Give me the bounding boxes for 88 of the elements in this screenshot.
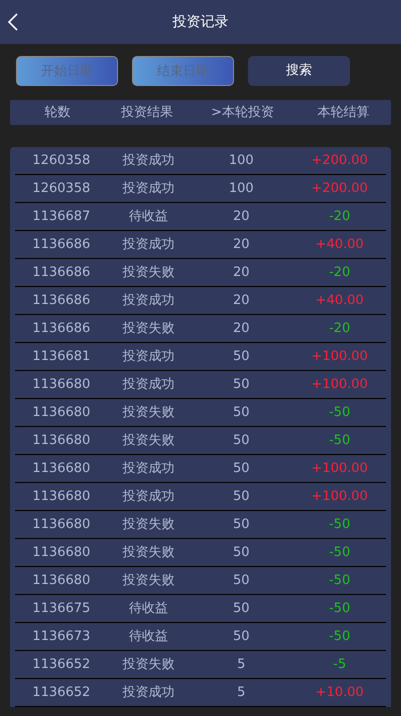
table-cell-text: 1136686 — [31, 320, 92, 338]
table-cell-text: 5 — [236, 684, 246, 702]
table-cell-text: 1136680 — [31, 516, 92, 534]
table-cell-text: 50 — [232, 628, 251, 646]
column-header: 投资结果 — [120, 104, 174, 122]
table-cell-text: 待收益 — [128, 208, 170, 226]
table-cell-text: 1136680 — [31, 404, 92, 422]
table-cell-text: 投资失败 — [122, 516, 176, 534]
settlement-cell-text: +200.00 — [310, 180, 369, 198]
settlement-cell-text: -20 — [328, 264, 352, 282]
table-cell-text: 20 — [232, 236, 251, 254]
table-cell-text: 投资成功 — [122, 180, 176, 198]
start-date-field[interactable]: 开始日期 — [16, 56, 118, 86]
settlement-cell-text: +40.00 — [314, 236, 365, 254]
table-cell-text: 1136680 — [31, 544, 92, 562]
table-cell-text: 1260358 — [31, 180, 92, 198]
table-cell-text: 50 — [232, 432, 251, 450]
table-cell-text: 投资成功 — [122, 292, 176, 310]
table-cell-text: 100 — [228, 180, 255, 198]
settlement-cell-text: +40.00 — [314, 292, 365, 310]
settlement-cell-text: -5 — [332, 656, 348, 674]
column-header: >本轮投资 — [210, 104, 275, 122]
page-title: 投资记录 — [172, 12, 228, 32]
settlement-cell-text: -20 — [328, 320, 352, 338]
table-cell-text: 1136675 — [31, 600, 92, 618]
settlement-cell-text: -50 — [328, 432, 352, 450]
table-cell-text: 待收益 — [128, 628, 170, 646]
table-cell-text: 1136680 — [31, 572, 92, 590]
settlement-cell-text: -50 — [328, 628, 352, 646]
settlement-cell-text: +200.00 — [310, 152, 369, 170]
table-cell-text: 待收益 — [128, 600, 170, 618]
table-cell-text: 1136680 — [31, 488, 92, 506]
settlement-cell-text: +100.00 — [310, 488, 369, 506]
table-cell-text: 50 — [232, 348, 251, 366]
table-cell-text: 1136652 — [31, 656, 92, 674]
end-date-field[interactable]: 结束日期 — [132, 56, 234, 86]
table-cell-text: 投资失败 — [122, 264, 176, 282]
table-cell-text: 50 — [232, 600, 251, 618]
table-cell-text: 投资成功 — [122, 348, 176, 366]
table-cell-text: 1136652 — [31, 684, 92, 702]
table-cell-text: 1136680 — [31, 460, 92, 478]
table-cell-text: 50 — [232, 544, 251, 562]
table-cell-text: 1136686 — [31, 292, 92, 310]
table-cell-text: 投资失败 — [122, 656, 176, 674]
table-cell-text: 投资成功 — [122, 152, 176, 170]
settlement-cell-text: -20 — [328, 208, 352, 226]
settlement-cell-text: +100.00 — [310, 376, 369, 394]
table-cell-text: 50 — [232, 404, 251, 422]
table-cell-text: 20 — [232, 292, 251, 310]
table-cell-text: 投资失败 — [122, 320, 176, 338]
table-cell-text: 5 — [236, 656, 246, 674]
table-cell-text: 投资成功 — [122, 684, 176, 702]
table-cell-text: 50 — [232, 488, 251, 506]
table-cell-text: 1136680 — [31, 432, 92, 450]
table-cell-text: 1136681 — [31, 348, 92, 366]
settlement-cell-text: +10.00 — [314, 684, 365, 702]
table-cell-text: 1136673 — [31, 628, 92, 646]
table-cell-text: 投资失败 — [122, 404, 176, 422]
table-cell-text: 20 — [232, 208, 251, 226]
table-cell-text: 20 — [232, 320, 251, 338]
table-cell-text: 1136687 — [31, 208, 92, 226]
table-cell-text: 1136680 — [31, 376, 92, 394]
column-header: 轮数 — [44, 104, 72, 122]
table-cell-text: 1260358 — [31, 152, 92, 170]
settlement-cell-text: -50 — [328, 516, 352, 534]
table-cell-text: 投资失败 — [122, 432, 176, 450]
table-cell-text: 投资失败 — [122, 572, 176, 590]
column-header: 本轮结算 — [316, 104, 370, 122]
settlement-cell-text: -50 — [328, 544, 352, 562]
table-cell-text: 投资成功 — [122, 460, 176, 478]
table-cell-text: 50 — [232, 572, 251, 590]
search-button[interactable]: 搜索 — [248, 56, 350, 86]
table-cell-text: 1136686 — [31, 264, 92, 282]
table-cell-text: 投资成功 — [122, 488, 176, 506]
table-cell-text: 投资成功 — [122, 236, 176, 254]
settlement-cell-text: -50 — [328, 404, 352, 422]
settlement-cell-text: -50 — [328, 572, 352, 590]
table-cell-text: 投资成功 — [122, 376, 176, 394]
table-cell-text: 50 — [232, 460, 251, 478]
table-cell-text: 1136686 — [31, 236, 92, 254]
table-cell-text: 100 — [228, 152, 255, 170]
table-cell-text: 50 — [232, 376, 251, 394]
table-cell-text: 50 — [232, 516, 251, 534]
settlement-cell-text: -50 — [328, 600, 352, 618]
settlement-cell-text: +100.00 — [310, 460, 369, 478]
settlement-cell-text: +100.00 — [310, 348, 369, 366]
table-cell-text: 20 — [232, 264, 251, 282]
table-cell-text: 投资失败 — [122, 544, 176, 562]
